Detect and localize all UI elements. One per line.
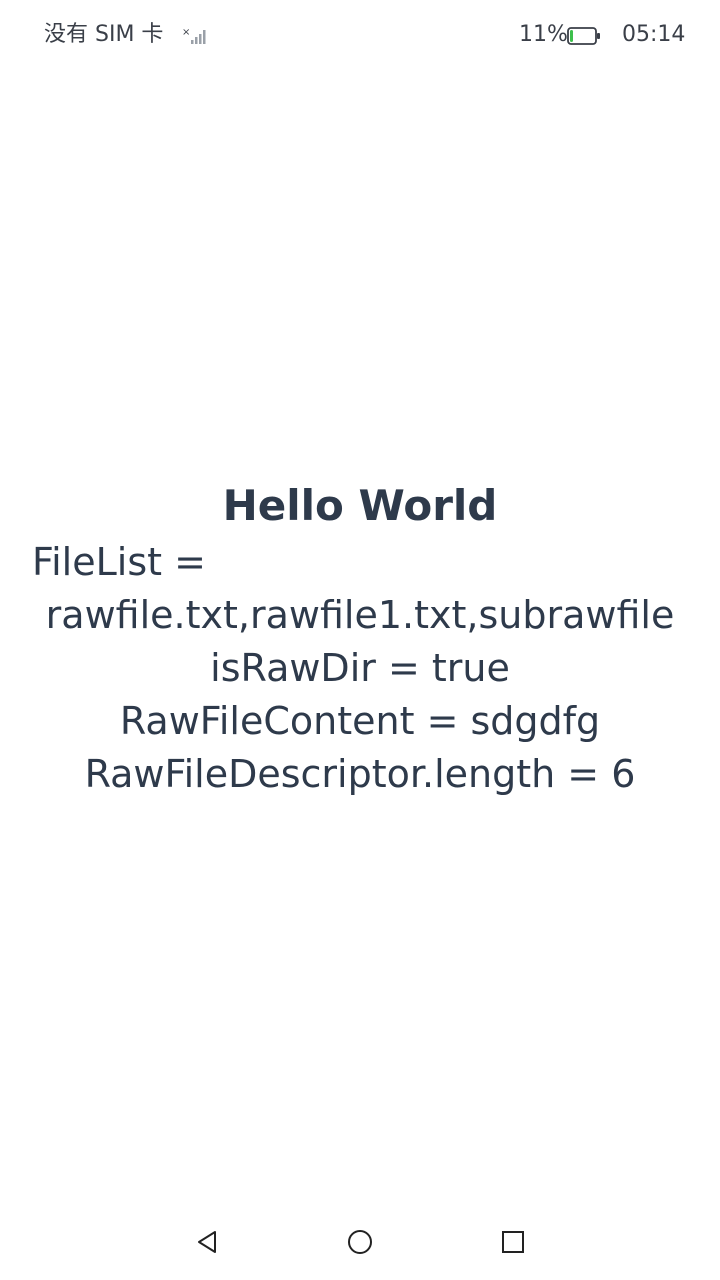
signal-weak-icon: ×: [182, 26, 210, 46]
back-button[interactable]: [187, 1228, 227, 1260]
is-raw-dir-text: isRawDir = true: [210, 646, 510, 690]
file-list-label: FileList =: [32, 540, 206, 584]
status-bar: 没有 SIM 卡 × 11% 05:14: [0, 0, 720, 72]
page-title: Hello World: [222, 481, 498, 530]
home-button[interactable]: [340, 1228, 380, 1260]
navigation-bar: [0, 1210, 720, 1280]
recent-apps-button[interactable]: [493, 1228, 533, 1260]
back-triangle-icon: [196, 1230, 218, 1258]
file-list-value: rawfile.txt,rawfile1.txt,subrawfile: [45, 593, 675, 637]
raw-file-content-text: RawFileContent = sdgdfg: [119, 699, 601, 743]
svg-text:×: ×: [182, 27, 190, 38]
home-circle-icon: [347, 1229, 373, 1259]
battery-percent: 11%: [519, 22, 568, 47]
main-content: Hello World FileList = rawfile.txt,rawfi…: [24, 476, 696, 801]
screen: 没有 SIM 卡 × 11% 05:14 Hello World FileLis…: [0, 0, 720, 1280]
recent-square-icon: [501, 1230, 525, 1258]
battery-fill: [570, 30, 573, 42]
sim-status-text: 没有 SIM 卡: [44, 22, 164, 47]
battery-low-icon: [567, 26, 601, 46]
raw-file-descriptor-text: RawFileDescriptor.length = 6: [84, 752, 636, 796]
clock: 05:14: [622, 22, 686, 47]
